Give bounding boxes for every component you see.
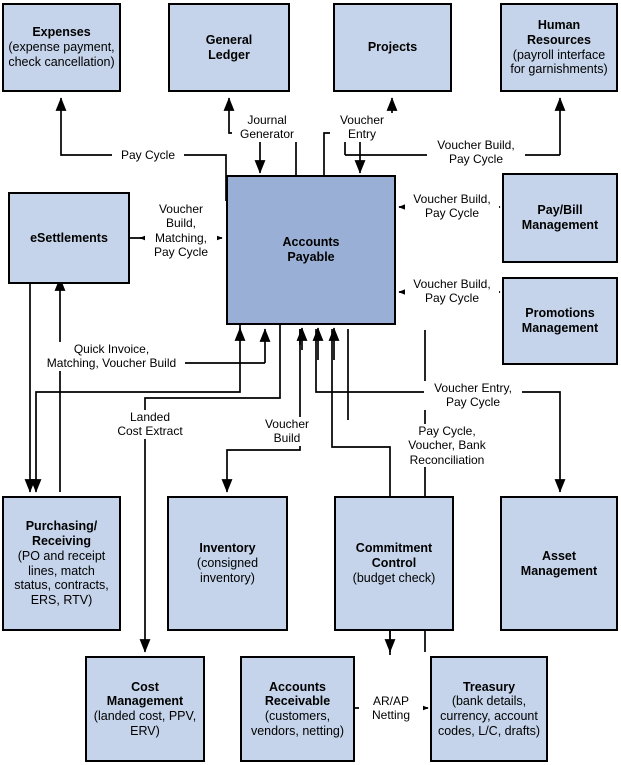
edge-layer xyxy=(24,97,566,714)
node-title: Promotions Management xyxy=(521,306,599,335)
node-projects[interactable]: Projects xyxy=(333,3,452,92)
edge-label-voucher-build-pay-cycle-promo: Voucher Build, Pay Cycle xyxy=(405,277,499,306)
node-expenses[interactable]: Expenses (expense payment, check cancell… xyxy=(2,3,121,92)
node-asset-management[interactable]: Asset Management xyxy=(500,496,618,631)
node-title: Expenses xyxy=(32,25,91,40)
edge-label-pay-cycle: Pay Cycle xyxy=(112,148,184,163)
node-title: Accounts Payable xyxy=(282,235,340,264)
edge-label-voucher-entry: Voucher Entry xyxy=(330,113,394,142)
node-esettlements[interactable]: eSettlements xyxy=(8,192,130,284)
node-general-ledger[interactable]: General Ledger xyxy=(168,3,290,92)
node-human-resources[interactable]: Human Resources (payroll interface for g… xyxy=(500,3,618,92)
node-treasury[interactable]: Treasury (bank details, currency, accoun… xyxy=(430,656,548,762)
node-title: Pay/Bill Management xyxy=(521,203,599,232)
edge-label-esettlements-flow: Voucher Build, Matching, Pay Cycle xyxy=(145,202,217,260)
node-purchasing-receiving[interactable]: Purchasing/ Receiving (PO and receipt li… xyxy=(2,496,121,631)
edge-label-voucher-build-pay-cycle-hr: Voucher Build, Pay Cycle xyxy=(427,138,525,167)
edge-label-ar-ap-netting: AR/AP Netting xyxy=(359,694,423,723)
node-promotions-management[interactable]: Promotions Management xyxy=(502,277,618,365)
node-subtitle: (consigned inventory) xyxy=(196,556,259,585)
node-subtitle: (PO and receipt lines, match status, con… xyxy=(14,548,109,607)
node-cost-management[interactable]: Cost Management (landed cost, PPV, ERV) xyxy=(85,656,205,762)
edge-label-voucher-entry-pay-cycle: Voucher Entry, Pay Cycle xyxy=(424,381,522,410)
edge-voucher-build-inventory xyxy=(221,329,301,493)
edge-label-pay-cycle-voucher-bank: Pay Cycle, Voucher, Bank Reconciliation xyxy=(396,424,498,468)
node-title: eSettlements xyxy=(30,230,108,245)
node-subtitle: (payroll interface for garnishments) xyxy=(510,47,608,77)
node-subtitle: (landed cost, PPV, ERV) xyxy=(93,709,197,738)
node-accounts-receivable[interactable]: Accounts Receivable (customers, vendors,… xyxy=(240,656,355,762)
edge-label-voucher-build: Voucher Build xyxy=(255,417,319,446)
node-subtitle: (budget check) xyxy=(352,570,436,585)
edge-label-journal-generator: Journal Generator xyxy=(232,113,302,142)
node-accounts-payable[interactable]: Accounts Payable xyxy=(226,175,396,325)
node-inventory[interactable]: Inventory (consigned inventory) xyxy=(167,496,288,631)
node-title: Treasury xyxy=(462,679,516,694)
node-title: Asset Management xyxy=(520,548,598,578)
node-subtitle: (bank details, currency, account codes, … xyxy=(437,694,541,738)
node-title: Cost Management xyxy=(106,679,184,709)
node-title: Accounts Receivable xyxy=(264,679,331,709)
node-title: Projects xyxy=(367,40,418,55)
node-pay-bill-management[interactable]: Pay/Bill Management xyxy=(502,173,618,263)
node-title: Inventory xyxy=(199,541,256,556)
node-title: Purchasing/ Receiving xyxy=(25,519,98,548)
integration-diagram: Expenses (expense payment, check cancell… xyxy=(0,0,621,765)
edge-label-voucher-build-pay-cycle-paybill: Voucher Build, Pay Cycle xyxy=(405,192,499,221)
node-title: Commitment Control xyxy=(355,541,433,571)
edge-label-quick-invoice: Quick Invoice, Matching, Voucher Build xyxy=(38,342,185,371)
node-subtitle: (expense payment, check cancellation) xyxy=(8,40,115,69)
node-title: Human Resources xyxy=(527,18,591,47)
node-title: General Ledger xyxy=(205,32,253,62)
node-subtitle: (customers, vendors, netting) xyxy=(250,709,345,738)
node-commitment-control[interactable]: Commitment Control (budget check) xyxy=(334,496,454,631)
edge-label-landed-cost-extract: Landed Cost Extract xyxy=(109,410,191,439)
